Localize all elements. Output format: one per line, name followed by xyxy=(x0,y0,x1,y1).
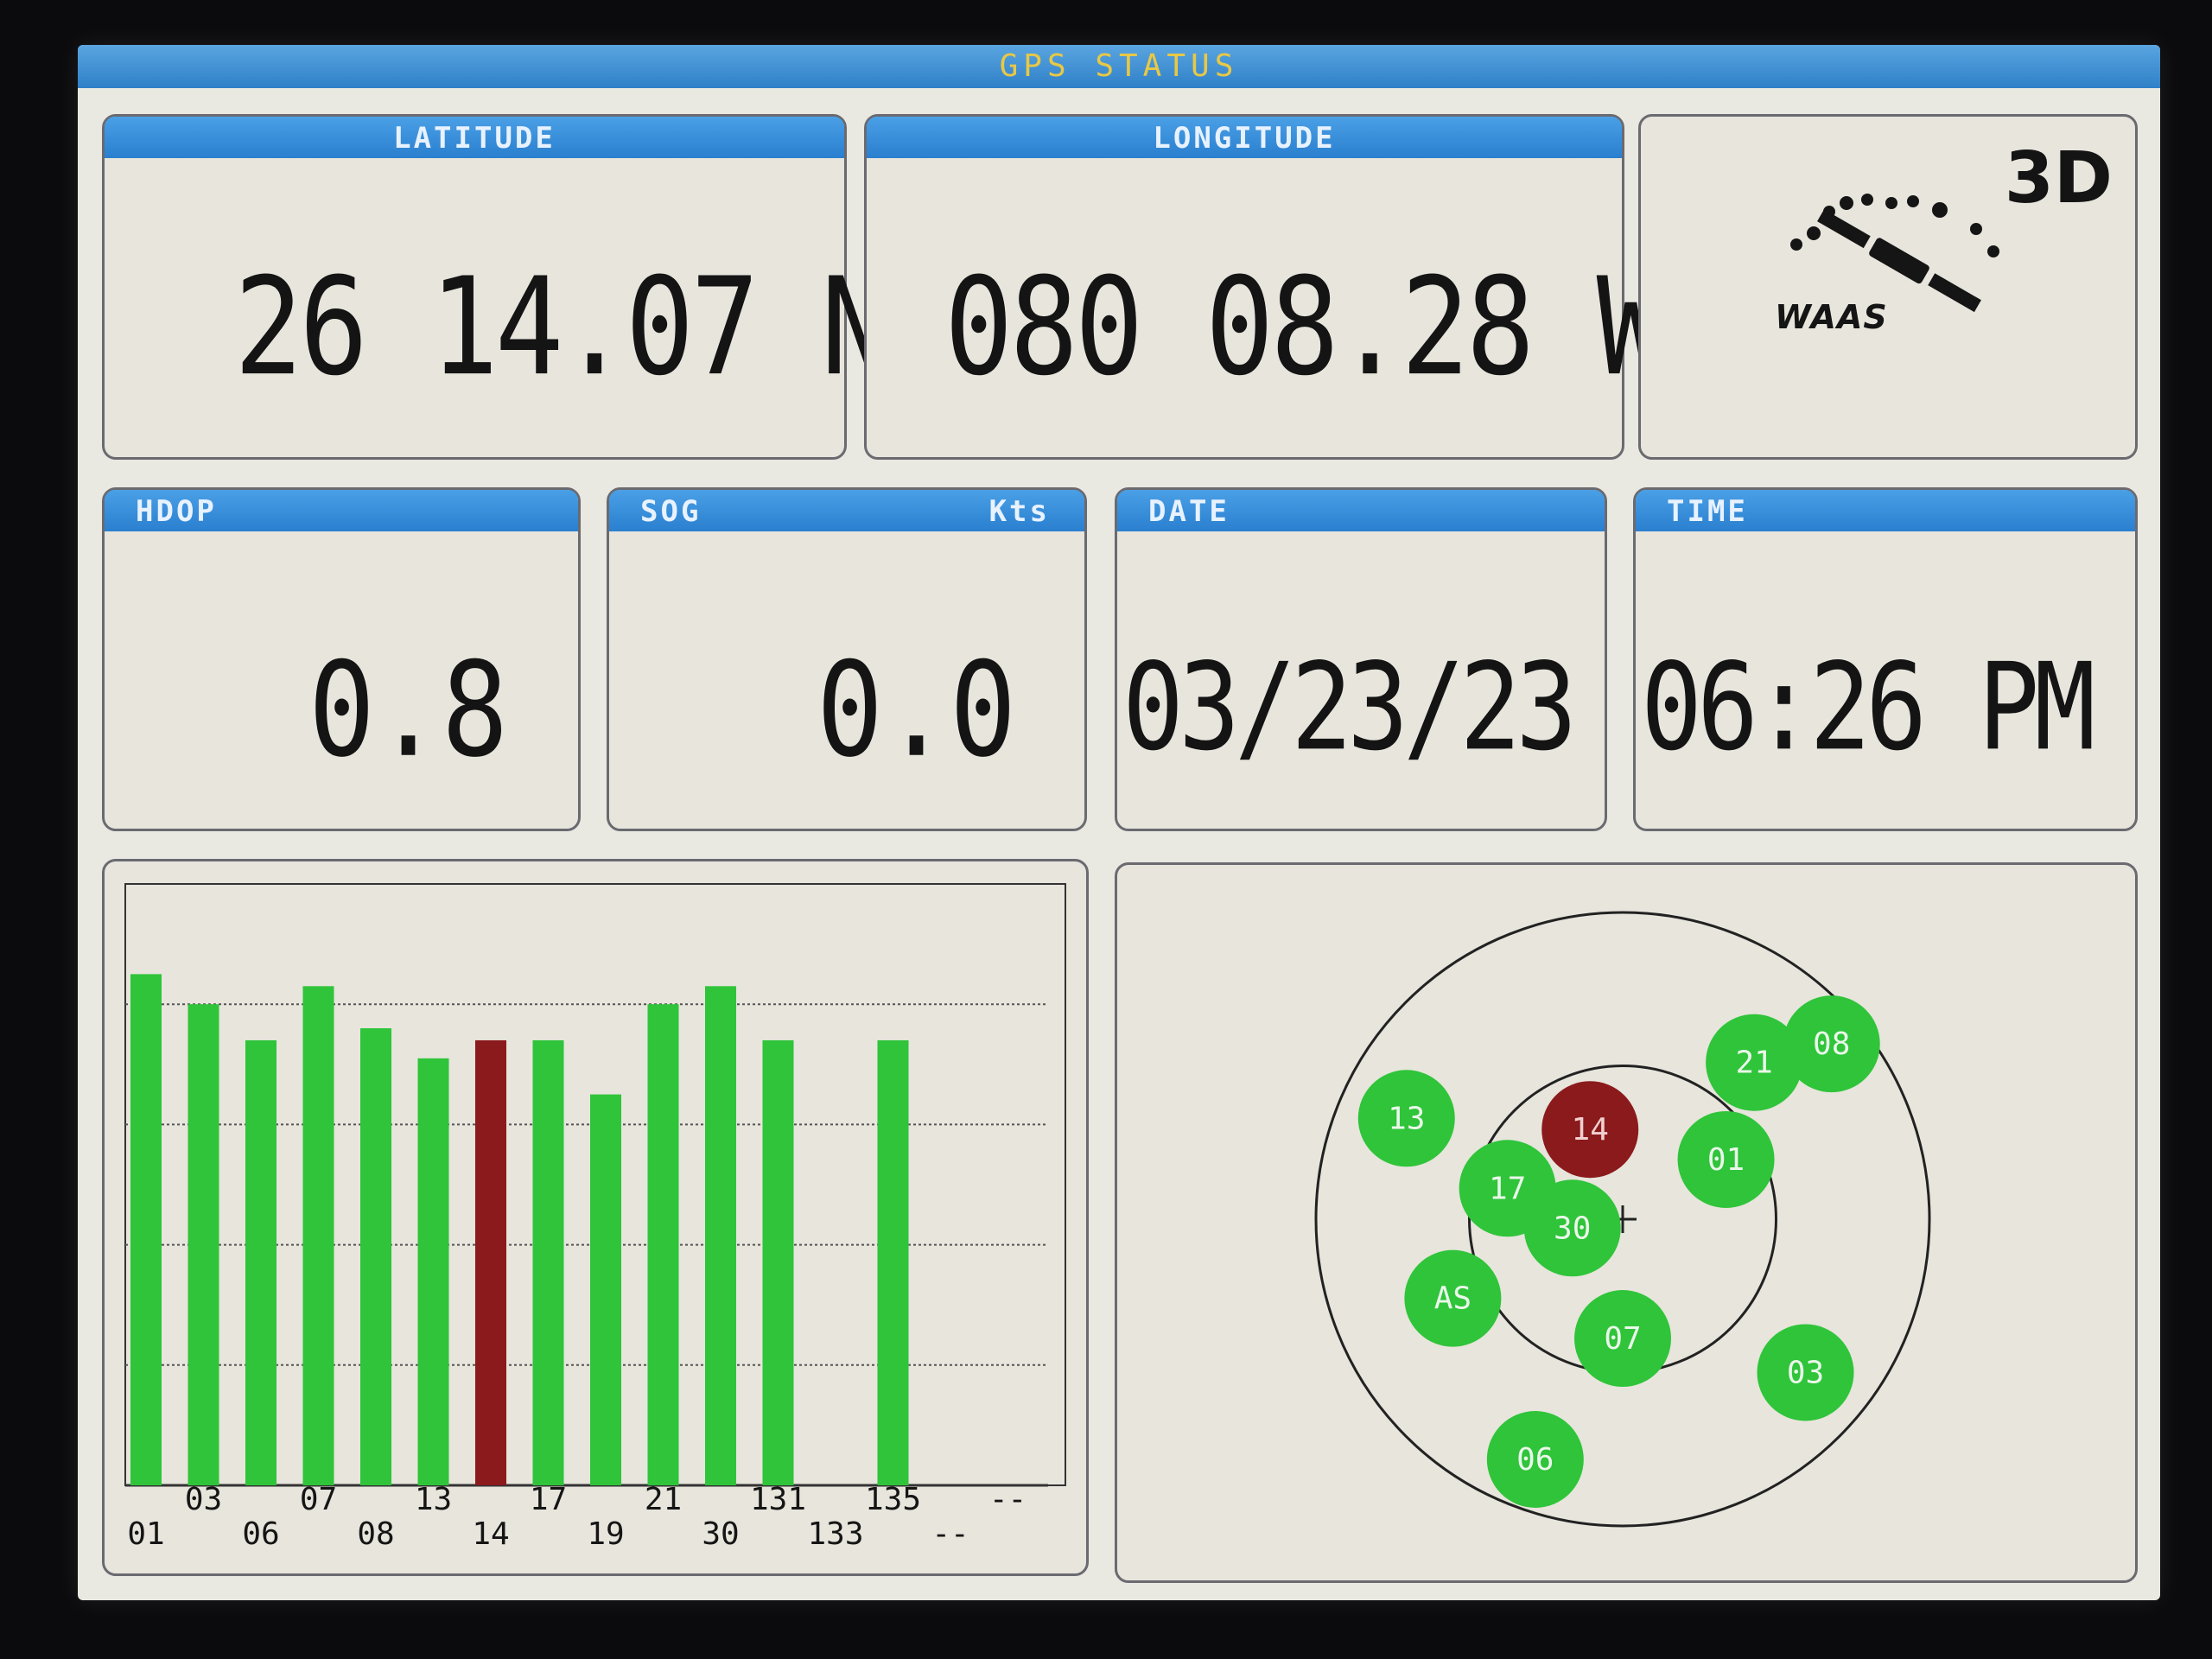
sky-plot: 14 21 08 13 01 17 30 AS 07 03 06 xyxy=(1314,911,1931,1528)
sog-panel: SOG Kts 0.0 xyxy=(607,487,1087,831)
sog-unit: Kts xyxy=(988,494,1050,529)
bar-tick-label: -- xyxy=(931,1516,969,1552)
page-title: GPS STATUS xyxy=(78,45,2160,88)
hdop-label: HDOP xyxy=(136,494,217,529)
satellite-id-label: 17 xyxy=(1489,1171,1526,1206)
bar-tick-label: 19 xyxy=(587,1516,624,1552)
latitude-label: LATITUDE xyxy=(393,121,556,156)
signal-bar-06 xyxy=(245,1039,276,1485)
hdop-panel: HDOP 0.8 xyxy=(102,487,581,831)
bar-tick-label: 01 xyxy=(127,1516,164,1552)
latitude-value: 26 14.07 N xyxy=(234,249,890,406)
signal-bar-30 xyxy=(705,986,736,1485)
time-label: TIME xyxy=(1667,494,1748,529)
bar-tick-label: 21 xyxy=(645,1482,682,1517)
longitude-label: LONGITUDE xyxy=(1153,121,1336,156)
signal-bar-14 xyxy=(475,1039,506,1485)
signal-bar-07 xyxy=(302,986,334,1485)
date-label: DATE xyxy=(1148,494,1230,529)
fix-panel: 3D WAAS xyxy=(1638,114,2138,460)
bar-tick-label: 17 xyxy=(530,1482,567,1517)
satellite-id-label: 07 xyxy=(1604,1321,1641,1357)
satellite-id-label: 03 xyxy=(1787,1355,1824,1390)
bar-tick-label: 14 xyxy=(472,1516,509,1552)
bar-tick-label: 07 xyxy=(300,1482,337,1517)
satellite-id-label: 08 xyxy=(1813,1027,1850,1062)
sog-label: SOG xyxy=(640,494,702,529)
signal-bar-01 xyxy=(130,974,162,1485)
bar-tick-label: 131 xyxy=(750,1482,806,1517)
bar-tick-label: 13 xyxy=(415,1482,452,1517)
time-panel: TIME 06:26 PM xyxy=(1633,487,2138,831)
signal-bar-08 xyxy=(360,1028,391,1485)
signal-bar-03 xyxy=(188,1004,219,1485)
bar-tick-label: 06 xyxy=(242,1516,279,1552)
signal-bar-13 xyxy=(417,1058,449,1485)
latitude-panel: LATITUDE 26 14.07 N xyxy=(102,114,890,460)
latitude-header: LATITUDE xyxy=(105,117,844,158)
satellite-id-label: AS xyxy=(1434,1281,1471,1317)
date-value: 03/23/23 xyxy=(1122,636,1577,778)
hdop-header: HDOP xyxy=(105,490,578,531)
bar-tick-label: 03 xyxy=(185,1482,222,1517)
signal-bar-21 xyxy=(647,1004,679,1485)
bar-tick-label: 135 xyxy=(865,1482,921,1517)
signal-bar-19 xyxy=(590,1094,621,1485)
waas-label: WAAS xyxy=(1775,298,1888,336)
time-header: TIME xyxy=(1636,490,2135,531)
signal-bar-17 xyxy=(532,1039,564,1485)
sog-value: 0.0 xyxy=(817,634,1017,787)
satellite-id-label: 30 xyxy=(1554,1211,1591,1246)
signal-bar-135 xyxy=(877,1039,909,1485)
satellite-id-label: 06 xyxy=(1516,1442,1554,1478)
satellite-icon xyxy=(1790,194,1999,313)
bar-tick-label: 30 xyxy=(702,1516,739,1552)
longitude-panel: LONGITUDE 080 08.28 W xyxy=(864,114,1665,460)
bar-tick-label: 08 xyxy=(357,1516,394,1552)
bar-tick-label: 133 xyxy=(807,1516,863,1552)
signal-bar-chart: 01 03 06 07 08 13 14 17 19 21 30 131133135 -- -- xyxy=(124,883,1066,1552)
bar-tick-label: -- xyxy=(989,1482,1027,1517)
longitude-header: LONGITUDE xyxy=(867,117,1622,158)
gps-status-screen: GPS STATUS LATITUDE 26 14.07 N LONGITUDE… xyxy=(78,45,2160,1600)
signal-bar-131 xyxy=(762,1039,794,1485)
satellite-id-label: 01 xyxy=(1707,1142,1745,1178)
hdop-value: 0.8 xyxy=(308,634,509,787)
satellite-id-label: 14 xyxy=(1572,1112,1609,1147)
time-value: 06:26 PM xyxy=(1641,636,2095,778)
date-panel: DATE 03/23/23 xyxy=(1115,487,1607,831)
longitude-value: 080 08.28 W xyxy=(944,249,1665,406)
signal-chart-panel: 01 03 06 07 08 13 14 17 19 21 30 131 133 135 -- -- xyxy=(102,859,1089,1576)
date-header: DATE xyxy=(1117,490,1605,531)
satellite-id-label: 21 xyxy=(1735,1046,1772,1081)
sog-header: SOG Kts xyxy=(609,490,1084,531)
satellite-id-label: 13 xyxy=(1388,1101,1425,1136)
sky-plot-panel: 14 21 08 13 01 17 30 AS 07 03 06 xyxy=(1115,862,2138,1583)
